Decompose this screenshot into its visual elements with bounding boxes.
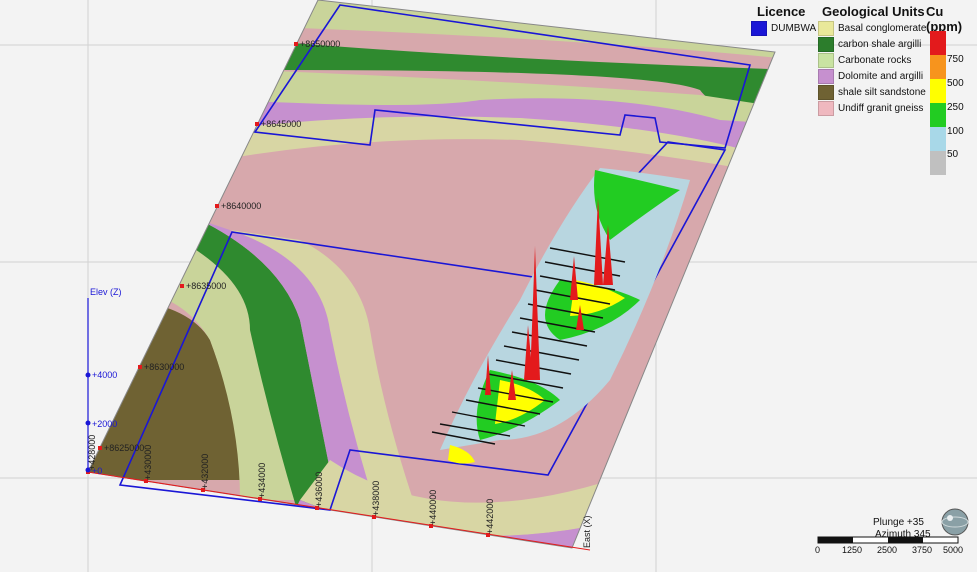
east-tick-label: +440000	[428, 490, 438, 525]
cu-bin-500	[930, 55, 946, 79]
scale-tick-label: 5000	[943, 545, 964, 555]
east-tick-label: +436000	[314, 472, 324, 507]
azimuth-readout: Azimuth 345	[875, 529, 931, 540]
unit-swatch	[818, 85, 834, 100]
unit-legend-item: Basal conglomerate	[818, 21, 926, 36]
east-tick-label: +442000	[485, 499, 495, 534]
cu-bin-label: 100	[947, 126, 964, 137]
east-tick-label: +438000	[371, 481, 381, 516]
unit-label: carbon shale argilli	[838, 39, 922, 50]
scale-tick-label: 2500	[877, 545, 898, 555]
unit-legend-item: carbon shale argilli	[818, 37, 921, 52]
unit-swatch	[818, 101, 834, 116]
cu-bin-250	[930, 79, 946, 103]
north-tick-label: +8640000	[221, 201, 261, 211]
north-tick-label: +8635000	[186, 281, 226, 291]
unit-swatch	[818, 37, 834, 52]
east-tick-label: +434000	[257, 463, 267, 498]
units-legend-title: Geological Units	[822, 4, 925, 19]
licence-swatch	[751, 21, 767, 36]
unit-legend-item: Carbonate rocks	[818, 53, 911, 68]
licence-legend-title: Licence	[757, 4, 806, 19]
east-tick-label: +430000	[143, 445, 153, 480]
east-tick-label: +432000	[200, 454, 210, 489]
unit-label: Undiff granit gneiss	[838, 103, 924, 114]
unit-label: Carbonate rocks	[838, 55, 912, 66]
elev-tick-label: +4000	[92, 370, 117, 380]
unit-swatch	[818, 21, 834, 36]
licence-label: DUMBWA	[771, 23, 817, 34]
north-tick-label: +8645000	[261, 119, 301, 129]
cu-colour-ramp	[930, 31, 946, 175]
north-tick-label: +8650000	[300, 39, 340, 49]
cu-bin-50	[930, 127, 946, 151]
north-tick-label: +8625000	[104, 443, 144, 453]
cu-bin-low	[930, 151, 946, 175]
unit-legend-item: shale silt sandstone	[818, 85, 926, 100]
unit-legend-item: Undiff granit gneiss	[818, 101, 923, 116]
unit-swatch	[818, 69, 834, 84]
cu-bin-750	[930, 31, 946, 55]
unit-legend-item: Dolomite and argilli	[818, 69, 923, 84]
plunge-readout: Plunge +35	[873, 517, 924, 528]
cu-bin-100	[930, 103, 946, 127]
scale-tick-label: 1250	[842, 545, 863, 555]
elev-tick-label: +2000	[92, 419, 117, 429]
scale-tick-label: 3750	[912, 545, 933, 555]
cu-bin-label: 500	[947, 78, 964, 89]
scale-tick-label: 0	[815, 545, 821, 555]
orientation-globe-icon[interactable]	[941, 508, 969, 536]
east-axis-label: East (X)	[582, 515, 592, 548]
cu-bin-label: 750	[947, 54, 964, 65]
unit-label: Basal conglomerate	[838, 23, 927, 34]
elev-tick-label: +0	[92, 466, 102, 476]
cu-legend-title: Cu (ppm)	[926, 4, 963, 34]
cu-bin-label: 250	[947, 102, 964, 113]
elev-axis-label: Elev (Z)	[90, 287, 122, 297]
unit-label: Dolomite and argilli	[838, 71, 924, 82]
unit-swatch	[818, 53, 834, 68]
unit-label: shale silt sandstone	[838, 87, 926, 98]
licence-legend-item: DUMBWA	[751, 21, 816, 36]
cu-bin-label: 50	[947, 149, 959, 160]
north-tick-label: +8630000	[144, 362, 184, 372]
